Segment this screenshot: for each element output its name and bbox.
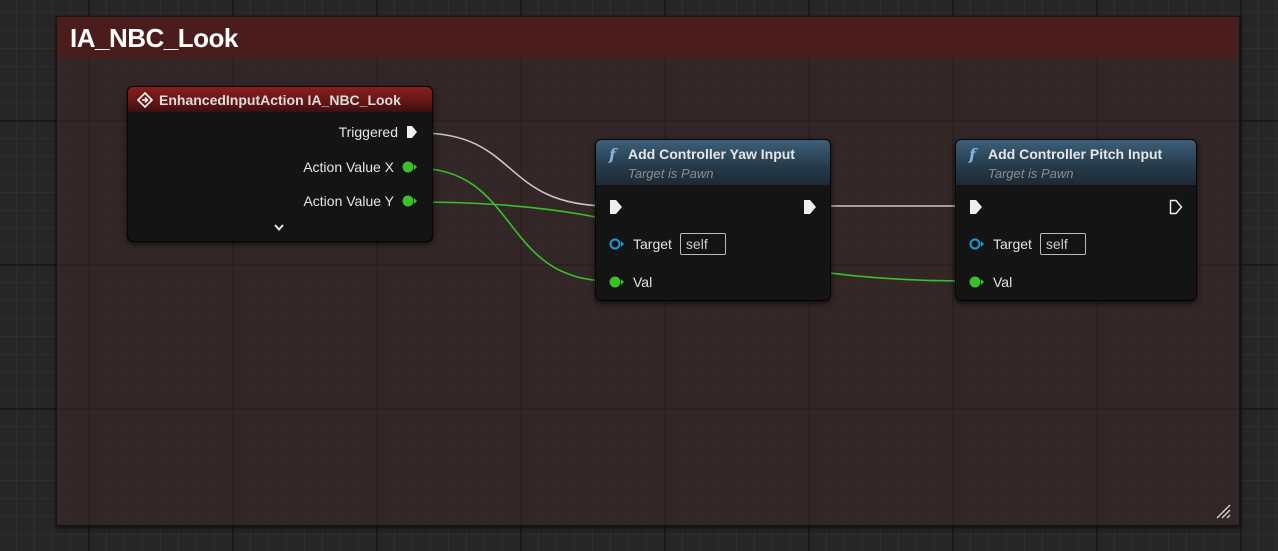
pitch-val-label: Val — [993, 274, 1013, 290]
float-pin-icon[interactable] — [609, 276, 625, 288]
comment-header[interactable]: IA_NBC_Look — [57, 17, 1237, 58]
exec-pin-icon[interactable] — [969, 199, 983, 215]
exec-pin-icon[interactable] — [609, 199, 623, 215]
yaw-exec-out-pin[interactable] — [803, 199, 817, 220]
yaw-target-pin[interactable]: Target self — [609, 233, 726, 255]
yaw-val-label: Val — [633, 274, 653, 290]
event-diamond-icon — [137, 91, 153, 108]
yaw-node-header[interactable]: f Add Controller Yaw Input Target is Paw… — [596, 140, 830, 185]
pitch-target-self-field[interactable]: self — [1039, 233, 1086, 255]
yaw-exec-in-pin[interactable] — [609, 199, 623, 215]
yaw-target-label: Target — [633, 236, 672, 252]
function-icon: f — [969, 145, 976, 164]
yaw-target-self-field[interactable]: self — [679, 233, 726, 255]
event-node-ia-nbc-look[interactable]: EnhancedInputAction IA_NBC_Look Triggere… — [127, 86, 433, 242]
pin-action-value-y[interactable]: Action Value Y — [303, 193, 418, 209]
object-pin-icon[interactable] — [609, 238, 625, 250]
pitch-val-pin[interactable]: Val — [969, 274, 1012, 290]
comment-title: IA_NBC_Look — [70, 23, 238, 53]
pitch-target-label: Target — [993, 236, 1032, 252]
float-pin-icon[interactable] — [402, 195, 418, 207]
pin-action-value-x[interactable]: Action Value X — [303, 159, 418, 175]
pitch-exec-in-pin[interactable] — [969, 199, 983, 215]
object-pin-icon[interactable] — [969, 238, 985, 250]
chevron-down-icon[interactable] — [272, 223, 286, 233]
pitch-node-subtitle: Target is Pawn — [988, 166, 1074, 181]
pin-triggered-label: Triggered — [338, 124, 398, 140]
function-icon: f — [609, 145, 616, 164]
pitch-node-header[interactable]: f Add Controller Pitch Input Target is P… — [956, 140, 1196, 185]
pin-action-value-y-label: Action Value Y — [303, 193, 394, 209]
pitch-target-pin[interactable]: Target self — [969, 233, 1086, 255]
exec-pin-icon[interactable] — [803, 199, 817, 215]
event-node-header[interactable]: EnhancedInputAction IA_NBC_Look — [128, 87, 432, 112]
pitch-node-title: Add Controller Pitch Input — [988, 146, 1163, 162]
event-node-title: EnhancedInputAction IA_NBC_Look — [159, 91, 401, 108]
exec-pin-outline-icon[interactable] — [1169, 199, 1183, 215]
pin-triggered[interactable]: Triggered — [339, 124, 418, 140]
add-controller-yaw-input-node[interactable]: f Add Controller Yaw Input Target is Paw… — [595, 139, 831, 301]
float-pin-icon[interactable] — [969, 276, 985, 288]
yaw-val-pin[interactable]: Val — [609, 274, 652, 290]
pin-action-value-x-label: Action Value X — [303, 159, 394, 175]
pitch-exec-out-pin[interactable] — [1169, 199, 1183, 220]
exec-pin-icon[interactable] — [406, 125, 418, 139]
yaw-node-subtitle: Target is Pawn — [628, 166, 714, 181]
yaw-node-title: Add Controller Yaw Input — [628, 146, 795, 162]
resize-handle-icon[interactable] — [1215, 503, 1231, 519]
float-pin-icon[interactable] — [402, 161, 418, 173]
add-controller-pitch-input-node[interactable]: f Add Controller Pitch Input Target is P… — [955, 139, 1197, 301]
